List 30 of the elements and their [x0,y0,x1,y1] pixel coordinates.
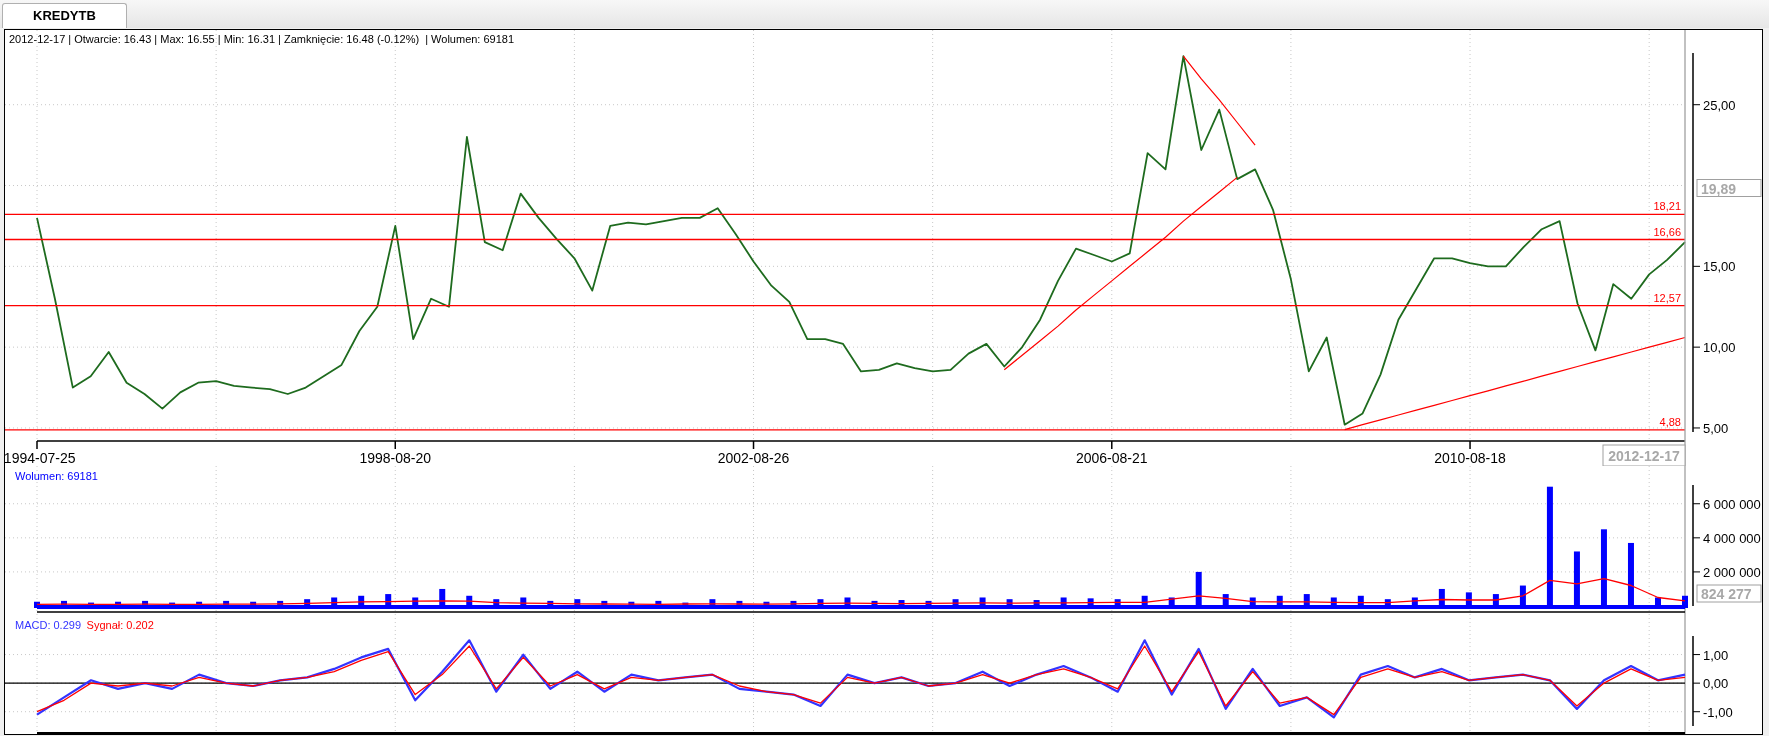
axis-label: -1,00 [1703,704,1733,720]
axis-label: 1,00 [1703,647,1729,663]
date-label: 2002-08-26 [717,450,790,466]
level-label: 12,57 [1653,291,1681,304]
axis-label: 2 000 000 [1703,564,1761,580]
cursor-value-label: 19,89 [1696,179,1762,197]
date-label: 2010-08-18 [1434,450,1506,466]
date-label: 1994-07-25 [5,450,76,466]
axis-label: 0,00 [1703,676,1729,692]
chart-tab[interactable]: KREDYTB [2,3,127,28]
level-line[interactable] [5,304,1686,307]
quote-summary: 2012-12-17 | Otwarcie: 16.43 | Max: 16.55 | Min: 16.31 | Zamknięcie: 16.48 (-0.12%) | Wolumen: 69181 [9,33,515,45]
axis-label: 25,00 [1703,97,1736,113]
level-label: 4,88 [1659,415,1681,428]
level-label: 18,21 [1653,200,1681,213]
cursor-value-label: 824 277 [1696,584,1762,603]
cursor-date-label: 2012-12-17 [1602,444,1686,466]
level-label: 16,66 [1653,225,1681,238]
date-label: 1998-08-20 [359,450,432,466]
axis-label: 10,00 [1703,340,1736,356]
legend-label: Sygnał: 0.202 [86,619,154,631]
axis-label: 5,00 [1703,420,1729,436]
axis-label: 6 000 000 [1703,496,1761,512]
axis-label: 4 000 000 [1703,530,1761,546]
level-line[interactable] [5,213,1686,216]
axis-label: 15,00 [1703,259,1736,275]
date-label: 2006-08-21 [1075,450,1148,466]
legend-label: MACD: 0.299 [15,619,82,631]
volume-label: Wolumen: 69181 [15,470,98,482]
level-line[interactable] [5,238,1686,241]
